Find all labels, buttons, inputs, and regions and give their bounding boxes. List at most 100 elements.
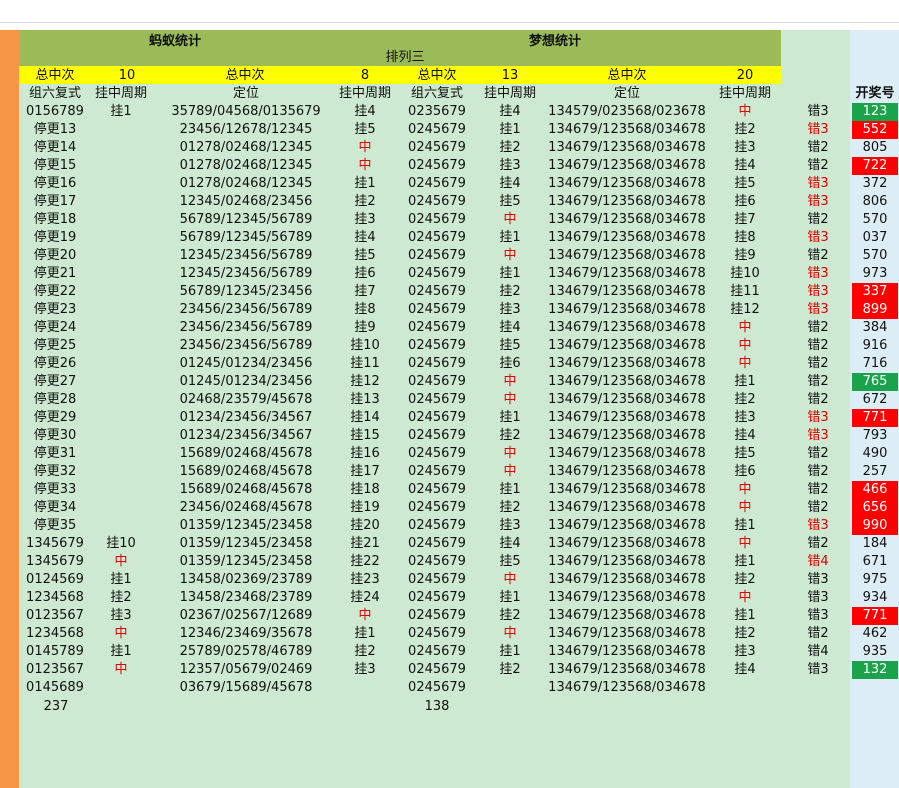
table-cell: 挂6	[734, 464, 756, 479]
table-cell: 挂1	[499, 122, 521, 137]
table-cell: 错3	[807, 428, 829, 443]
table-cell: 挂5	[499, 338, 521, 353]
table-cell: 134679/123568/034678	[548, 500, 706, 515]
table-cell: 134679/123568/034678	[548, 536, 706, 551]
table-cell: 错2	[807, 536, 829, 551]
table-cell: 停更31	[33, 446, 77, 461]
table-row: 停更34 23456/02468/45678 挂19 0245679 挂2 134679/…	[0, 499, 899, 517]
table-cell: 挂2	[734, 392, 756, 407]
table-cell: 挂15	[350, 428, 380, 443]
header-cell: 定位	[232, 86, 259, 101]
table-cell: 挂8	[734, 230, 756, 245]
table-cell: 挂4	[734, 428, 756, 443]
table-cell: 停更21	[33, 266, 77, 281]
table-cell	[92, 193, 150, 211]
table-cell	[790, 679, 846, 697]
table-cell: 134679/123568/034678	[548, 230, 706, 245]
table-cell: 中	[114, 662, 128, 677]
table-cell: 12346/23469/35678	[179, 626, 313, 641]
table-cell: 挂1	[499, 590, 521, 605]
table-cell: 123	[852, 103, 898, 121]
table-cell: 中	[738, 338, 752, 353]
table-cell: 中	[358, 140, 372, 155]
table-cell: 184	[862, 536, 888, 551]
table-cell: 656	[852, 499, 898, 517]
table-cell: 134679/123568/034678	[548, 680, 706, 695]
table-cell: 765	[852, 373, 898, 391]
header-cell	[790, 85, 846, 103]
table-cell: 56789/12345/56789	[179, 212, 313, 227]
table-cell: 25789/02578/46789	[179, 644, 313, 659]
table-cell: 552	[852, 121, 898, 139]
table-cell: 462	[862, 626, 888, 641]
table-cell: 134679/123568/034678	[548, 266, 706, 281]
table-cell: 134679/123568/034678	[548, 626, 706, 641]
table-cell: 停更29	[33, 410, 77, 425]
table-cell: 0245679	[408, 410, 466, 425]
table-cell: 挂7	[354, 284, 376, 299]
table-cell: 错3	[807, 572, 829, 587]
summary-mid-value: 8	[360, 68, 370, 83]
table-cell	[92, 283, 150, 301]
table-cell: 挂10	[350, 338, 380, 353]
table-cell: 23456/23456/56789	[179, 302, 313, 317]
table-cell: 中	[503, 374, 517, 389]
table-cell: 037	[862, 230, 888, 245]
table-cell: 停更19	[33, 230, 77, 245]
table-cell: 0245679	[408, 140, 466, 155]
table-cell: 错3	[807, 284, 829, 299]
table-row: 0156789 挂1 35789/04568/0135679 挂4 0235679 挂4 1…	[0, 103, 899, 121]
table-cell: 中	[503, 464, 517, 479]
table-cell: 0245679	[408, 608, 466, 623]
summary-left-value: 10	[118, 68, 136, 83]
table-cell: 134679/123568/034678	[548, 284, 706, 299]
table-row: 1234568 中 12346/23469/35678 挂1 0245679 中 13467…	[0, 625, 899, 643]
table-cell	[92, 463, 150, 481]
footer-left-count: 237	[43, 699, 69, 714]
table-cell: 挂1	[734, 554, 756, 569]
table-cell: 0245679	[408, 464, 466, 479]
table-cell: 挂3	[354, 212, 376, 227]
table-cell: 0245679	[408, 266, 466, 281]
table-cell: 错4	[807, 644, 829, 659]
header-cell: 组六复式	[28, 86, 81, 101]
table-cell: 0245679	[408, 536, 466, 551]
title-left: 蚂蚁统计	[148, 34, 201, 49]
table-cell: 挂12	[350, 374, 380, 389]
table-cell: 0245679	[408, 284, 466, 299]
table-cell: 0123567	[26, 662, 84, 677]
table-cell	[92, 373, 150, 391]
table-cell: 挂1	[734, 374, 756, 389]
table-cell: 134679/123568/034678	[548, 662, 706, 677]
table-row: 停更20 12345/23456/56789 挂5 0245679 中 134679/12…	[0, 247, 899, 265]
header-cell: 挂中周期	[94, 86, 147, 101]
table-cell	[92, 157, 150, 175]
table-cell: 56789/12345/56789	[179, 230, 313, 245]
table-row: 停更13 23456/12678/12345 挂5 0245679 挂1 134679/1…	[0, 121, 899, 139]
table-row: 停更31 15689/02468/45678 挂16 0245679 中 134679/1…	[0, 445, 899, 463]
table-row: 1345679 中 01359/12345/23458 挂22 0245679 挂5 134…	[0, 553, 899, 571]
table-cell: 挂1	[499, 482, 521, 497]
table-row: 停更14 01278/02468/12345 中 0245679 挂2 134679/12…	[0, 139, 899, 157]
table-cell	[92, 517, 150, 535]
table-cell: 01359/12345/23458	[179, 554, 313, 569]
table-cell: 挂1	[354, 626, 376, 641]
table-cell: 挂6	[354, 266, 376, 281]
table-cell: 挂4	[499, 104, 521, 119]
table-cell: 停更35	[33, 518, 77, 533]
table-cell: 挂21	[350, 536, 380, 551]
table-cell: 错2	[807, 356, 829, 371]
table-cell: 挂19	[350, 500, 380, 515]
table-cell: 01278/02468/12345	[179, 176, 313, 191]
table-row: 停更28 02468/23579/45678 挂13 0245679 中 134679/1…	[0, 391, 899, 409]
table-cell: 134679/123568/034678	[548, 176, 706, 191]
table-cell: 停更24	[33, 320, 77, 335]
table-cell	[92, 409, 150, 427]
table-cell: 0156789	[26, 104, 84, 119]
table-cell: 挂2	[354, 644, 376, 659]
table-cell: 中	[114, 626, 128, 641]
table-cell: 23456/02468/45678	[179, 500, 313, 515]
table-cell: 错3	[807, 122, 829, 137]
table-cell: 134679/123568/034678	[548, 158, 706, 173]
table-cell: 0235679	[408, 104, 466, 119]
